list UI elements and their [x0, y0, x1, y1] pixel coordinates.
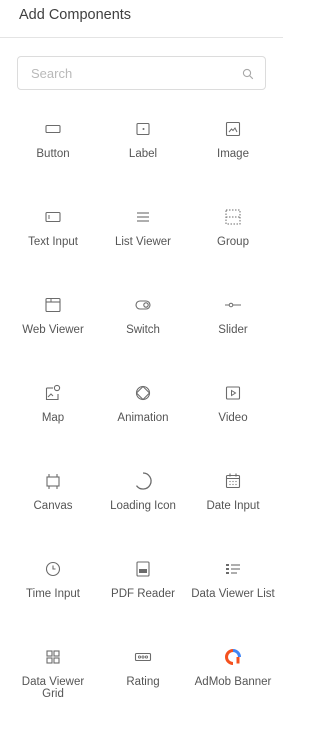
- component-label: Data Viewer Grid: [21, 676, 85, 700]
- component-text-input[interactable]: Text Input: [8, 206, 98, 294]
- component-web-viewer[interactable]: Web Viewer: [8, 294, 98, 382]
- canvas-icon: [42, 470, 64, 492]
- switch-icon: [132, 294, 154, 316]
- pdf-reader-icon: [132, 558, 154, 580]
- component-label: Date Input: [206, 500, 260, 512]
- web-viewer-icon: [42, 294, 64, 316]
- slider-icon: [222, 294, 244, 316]
- component-date-input[interactable]: Date Input: [188, 470, 278, 558]
- label-icon: [132, 118, 154, 140]
- time-input-icon: [42, 558, 64, 580]
- admob-banner-icon: [222, 646, 244, 668]
- components-row: Time Input PDF Reader Data Viewer List: [8, 558, 278, 646]
- component-label: Label: [128, 148, 158, 160]
- component-label: Time Input: [26, 588, 80, 600]
- component-button[interactable]: Button: [8, 118, 98, 206]
- component-label: Button: [36, 148, 70, 160]
- text-input-icon: [42, 206, 64, 228]
- component-label[interactable]: Label: [98, 118, 188, 206]
- component-label: PDF Reader: [111, 588, 175, 600]
- component-label: Image: [217, 148, 249, 160]
- animation-icon: [132, 382, 154, 404]
- search-icon[interactable]: [242, 67, 254, 80]
- component-switch[interactable]: Switch: [98, 294, 188, 382]
- component-data-viewer-grid[interactable]: Data Viewer Grid: [8, 646, 98, 734]
- data-viewer-list-icon: [222, 558, 244, 580]
- loading-icon: [132, 470, 154, 492]
- component-video[interactable]: Video: [188, 382, 278, 470]
- components-row: Map Animation Video: [8, 382, 278, 470]
- button-icon: [42, 118, 64, 140]
- video-icon: [222, 382, 244, 404]
- component-loading-icon[interactable]: Loading Icon: [98, 470, 188, 558]
- component-canvas[interactable]: Canvas: [8, 470, 98, 558]
- date-input-icon: [222, 470, 244, 492]
- add-components-panel: Add Components Button Label: [0, 0, 283, 729]
- components-row: Button Label Image: [8, 118, 278, 206]
- components-row: Web Viewer Switch Slider: [8, 294, 278, 382]
- component-label: List Viewer: [114, 236, 172, 248]
- component-label: Map: [41, 412, 65, 424]
- components-grid: Button Label Image Text Input List Viewe…: [8, 118, 278, 734]
- component-label: AdMob Banner: [194, 676, 272, 688]
- search-input[interactable]: [18, 57, 241, 89]
- components-row: Canvas Loading Icon Date Input: [8, 470, 278, 558]
- group-icon: [222, 206, 244, 228]
- rating-icon: [132, 646, 154, 668]
- component-label: Switch: [126, 324, 160, 336]
- component-group[interactable]: Group: [188, 206, 278, 294]
- component-label: Canvas: [33, 500, 73, 512]
- component-label: Rating: [126, 676, 160, 688]
- component-slider[interactable]: Slider: [188, 294, 278, 382]
- component-label: Text Input: [28, 236, 78, 248]
- component-label: Data Viewer List: [191, 588, 275, 600]
- component-label: Web Viewer: [22, 324, 84, 336]
- component-label: Loading Icon: [110, 500, 176, 512]
- component-label: Slider: [218, 324, 248, 336]
- panel-title: Add Components: [19, 7, 132, 23]
- component-animation[interactable]: Animation: [98, 382, 188, 470]
- data-viewer-grid-icon: [42, 646, 64, 668]
- component-label: Group: [217, 236, 249, 248]
- components-row: Text Input List Viewer Group: [8, 206, 278, 294]
- map-icon: [42, 382, 64, 404]
- component-time-input[interactable]: Time Input: [8, 558, 98, 646]
- component-rating[interactable]: Rating: [98, 646, 188, 734]
- component-admob-banner[interactable]: AdMob Banner: [188, 646, 278, 734]
- image-icon: [222, 118, 244, 140]
- component-list-viewer[interactable]: List Viewer: [98, 206, 188, 294]
- component-pdf-reader[interactable]: PDF Reader: [98, 558, 188, 646]
- search-box[interactable]: [17, 56, 266, 90]
- component-data-viewer-list[interactable]: Data Viewer List: [188, 558, 278, 646]
- component-label: Animation: [117, 412, 169, 424]
- components-row: Data Viewer Grid Rating AdMob Banner: [8, 646, 278, 734]
- component-map[interactable]: Map: [8, 382, 98, 470]
- list-viewer-icon: [132, 206, 154, 228]
- header-divider: [0, 37, 283, 38]
- component-label: Video: [218, 412, 248, 424]
- component-image[interactable]: Image: [188, 118, 278, 206]
